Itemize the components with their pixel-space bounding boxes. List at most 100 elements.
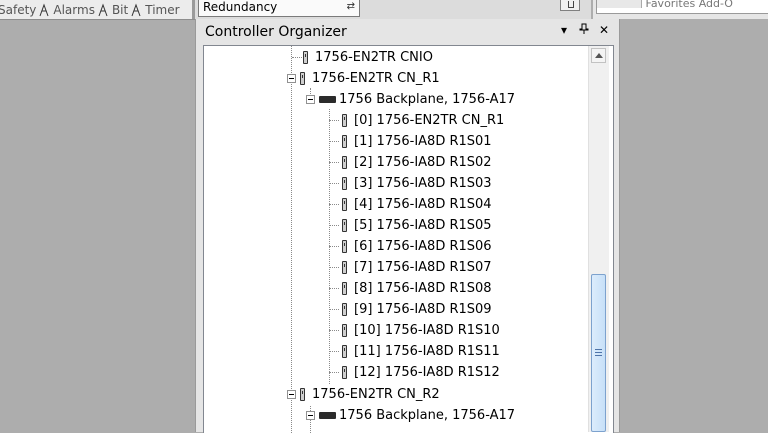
favorites-tabs: Favorites Add-O	[596, 0, 768, 14]
scrollbar-thumb[interactable]	[591, 274, 606, 432]
tree-node-backplane[interactable]: 1756 Backplane, 1756-A17	[306, 405, 515, 426]
tree-line	[329, 267, 339, 268]
module-icon	[342, 198, 347, 211]
backplane-icon	[319, 412, 336, 419]
tree-node-slot[interactable]: [0] 1756-EN2TR CN_R1	[329, 110, 504, 131]
tree-node-label: [3] 1756-IA8D R1S03	[354, 176, 492, 191]
tree-node-label: 1756-EN2TR CNIO	[315, 50, 433, 65]
tree-node-label: [2] 1756-IA8D R1S02	[354, 155, 492, 170]
tree-node-slot[interactable]: [7] 1756-IA8D R1S07	[329, 257, 492, 278]
module-icon	[342, 366, 347, 379]
workspace-background	[619, 19, 768, 432]
dropdown-menu-icon[interactable]: ▾	[558, 23, 570, 38]
tree-node-slot[interactable]: [9] 1756-IA8D R1S09	[329, 299, 492, 320]
tree-node-label: 1756 Backplane, 1756-A17	[339, 408, 516, 423]
tree-line	[329, 204, 339, 205]
tree-line	[329, 246, 339, 247]
module-icon	[342, 114, 347, 127]
tree-node-label: 1756 Backplane, 1756-A17	[339, 92, 516, 107]
module-icon	[342, 261, 347, 274]
tree-line	[329, 372, 339, 373]
tree-node-slot[interactable]: [2] 1756-IA8D R1S02	[329, 152, 492, 173]
collapse-expander-icon[interactable]	[287, 390, 296, 399]
panel-header: Controller Organizer ▾ ✕	[196, 19, 619, 45]
favorites-blank-tab[interactable]	[597, 0, 642, 8]
tree-node-label: [8] 1756-IA8D R1S08	[354, 281, 492, 296]
module-icon	[342, 156, 347, 169]
controller-tree: 1756-EN2TR CNIO 1756-EN2TR CN_R1 1756 Ba…	[203, 45, 614, 433]
tree-vertical-scrollbar[interactable]	[588, 46, 609, 432]
tree-node-slot[interactable]: [6] 1756-IA8D R1S06	[329, 236, 492, 257]
module-icon	[300, 388, 305, 401]
redundancy-status-box[interactable]: Redundancy ⇄	[198, 0, 360, 17]
module-icon	[342, 303, 347, 316]
tree-line	[329, 120, 339, 121]
controller-organizer-panel: Controller Organizer ▾ ✕ 1756-EN2TR CNIO…	[195, 19, 620, 433]
tree-node-slot[interactable]: [8] 1756-IA8D R1S08	[329, 278, 492, 299]
panel-header-buttons: ▾ ✕	[558, 23, 610, 38]
tree-node-slot[interactable]: [10] 1756-IA8D R1S10	[329, 320, 500, 341]
tree-node-label: [7] 1756-IA8D R1S07	[354, 260, 492, 275]
favorites-toolbar: Favorites Add-O	[593, 0, 768, 20]
instruction-tab-icon	[131, 3, 141, 16]
tree-node-slot[interactable]: [1] 1756-IA8D R1S01	[329, 131, 492, 152]
tree-line	[329, 183, 339, 184]
collapse-expander-icon[interactable]	[287, 74, 296, 83]
tree-node-label: [10] 1756-IA8D R1S10	[354, 323, 500, 338]
tree-node-label: [5] 1756-IA8D R1S05	[354, 218, 492, 233]
tree-node-module[interactable]: 1756-EN2TR CNIO	[303, 47, 433, 68]
tree-line	[329, 162, 339, 163]
module-icon	[342, 240, 347, 253]
tab-safety[interactable]: Safety	[0, 3, 36, 17]
tree-node-module[interactable]: 1756-EN2TR CN_R2	[287, 384, 440, 405]
module-icon	[342, 324, 347, 337]
tree-line	[329, 141, 339, 142]
backplane-icon	[319, 96, 336, 103]
tree-line	[329, 351, 339, 352]
toolbar-small-button[interactable]	[560, 0, 580, 11]
tree-node-label: [6] 1756-IA8D R1S06	[354, 239, 492, 254]
tree-node-slot[interactable]: [11] 1756-IA8D R1S11	[329, 341, 500, 362]
tree-node-label: 1756-EN2TR CN_R2	[312, 387, 440, 402]
module-icon	[303, 51, 308, 64]
tree-node-label: [4] 1756-IA8D R1S04	[354, 197, 492, 212]
instruction-tab-icon	[39, 3, 49, 16]
scroll-up-arrow-icon[interactable]	[591, 48, 606, 63]
module-icon	[342, 135, 347, 148]
tree-line	[329, 288, 339, 289]
instruction-toolbar-tabs: Safety Alarms Bit Timer	[0, 0, 195, 20]
tree-node-backplane[interactable]: 1756 Backplane, 1756-A17	[306, 89, 515, 110]
tree-line	[329, 309, 339, 310]
tree-node-label: [0] 1756-EN2TR CN_R1	[354, 113, 505, 128]
tree-node-label: [11] 1756-IA8D R1S11	[354, 344, 500, 359]
tree-node-slot[interactable]: [3] 1756-IA8D R1S03	[329, 173, 492, 194]
module-icon	[342, 219, 347, 232]
tree-node-slot[interactable]: [5] 1756-IA8D R1S05	[329, 215, 492, 236]
redundancy-label: Redundancy	[203, 0, 278, 14]
scroll-grip-icon	[595, 349, 602, 356]
tree-node-label: 1756-EN2TR CN_R1	[312, 71, 440, 86]
tab-label: Alarms	[53, 2, 95, 17]
module-icon	[342, 345, 347, 358]
tab-bit[interactable]: Bit	[93, 3, 128, 17]
tab-label: Safety	[0, 2, 37, 17]
pin-icon[interactable]	[578, 23, 590, 38]
instruction-tab-icon	[98, 3, 108, 16]
tree-line	[329, 225, 339, 226]
tab-alarms[interactable]: Alarms	[34, 3, 95, 17]
close-icon[interactable]: ✕	[598, 23, 610, 38]
tree-node-slot[interactable]: [12] 1756-IA8D R1S12	[329, 362, 500, 383]
tab-add-on[interactable]: Add-O	[699, 0, 733, 10]
tree-node-label: [12] 1756-IA8D R1S12	[354, 365, 500, 380]
panel-title: Controller Organizer	[205, 24, 347, 40]
tree-node-module[interactable]: 1756-EN2TR CN_R1	[287, 68, 440, 89]
tree-node-label: [1] 1756-IA8D R1S01	[354, 134, 492, 149]
tree-line	[329, 330, 339, 331]
tab-favorites[interactable]: Favorites	[646, 0, 696, 10]
module-icon	[342, 282, 347, 295]
tab-timer[interactable]: Timer	[126, 2, 180, 17]
tab-label: Timer	[145, 2, 180, 17]
tree-node-slot[interactable]: [4] 1756-IA8D R1S04	[329, 194, 492, 215]
collapse-expander-icon[interactable]	[306, 411, 315, 420]
collapse-expander-icon[interactable]	[306, 95, 315, 104]
